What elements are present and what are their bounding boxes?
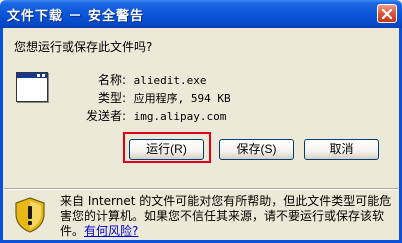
- file-download-dialog: 文件下载 － 安全警告 您想运行或保存此文件吗? 名称: aliedit.exe…: [0, 0, 402, 243]
- cancel-button[interactable]: 取消: [304, 139, 379, 160]
- file-from-row: 发送者: img.alipay.com: [70, 107, 226, 124]
- file-name-row: 名称: aliedit.exe: [70, 71, 207, 88]
- question-text: 您想运行或保存此文件吗?: [14, 40, 153, 54]
- window-frame-left: [0, 28, 3, 243]
- save-button[interactable]: 保存(S): [219, 139, 294, 160]
- run-button[interactable]: 运行(R): [129, 139, 204, 160]
- dialog-title: 文件下载 － 安全警告: [7, 9, 145, 24]
- warning-text: 来自 Internet 的文件可能对您有所帮助，但此文件类型可能危害您的计算机。…: [60, 194, 394, 239]
- file-from-value: img.alipay.com: [133, 110, 227, 123]
- file-name-label: 名称:: [97, 73, 126, 87]
- file-type-label: 类型:: [97, 91, 126, 105]
- security-warning-panel: 来自 Internet 的文件可能对您有所帮助，但此文件类型可能危害您的计算机。…: [4, 188, 398, 240]
- file-type-value: 应用程序, 594 KB: [133, 92, 231, 105]
- risk-link[interactable]: 有何风险?: [84, 224, 138, 238]
- file-from-label: 发送者:: [85, 109, 126, 123]
- file-name-value: aliedit.exe: [133, 74, 207, 87]
- file-type-row: 类型: 应用程序, 594 KB: [70, 89, 231, 106]
- close-button[interactable]: [377, 4, 397, 23]
- application-icon: [16, 72, 48, 102]
- title-bar[interactable]: 文件下载 － 安全警告: [0, 0, 402, 28]
- close-icon: [382, 9, 392, 19]
- warning-shield-icon: [15, 197, 45, 233]
